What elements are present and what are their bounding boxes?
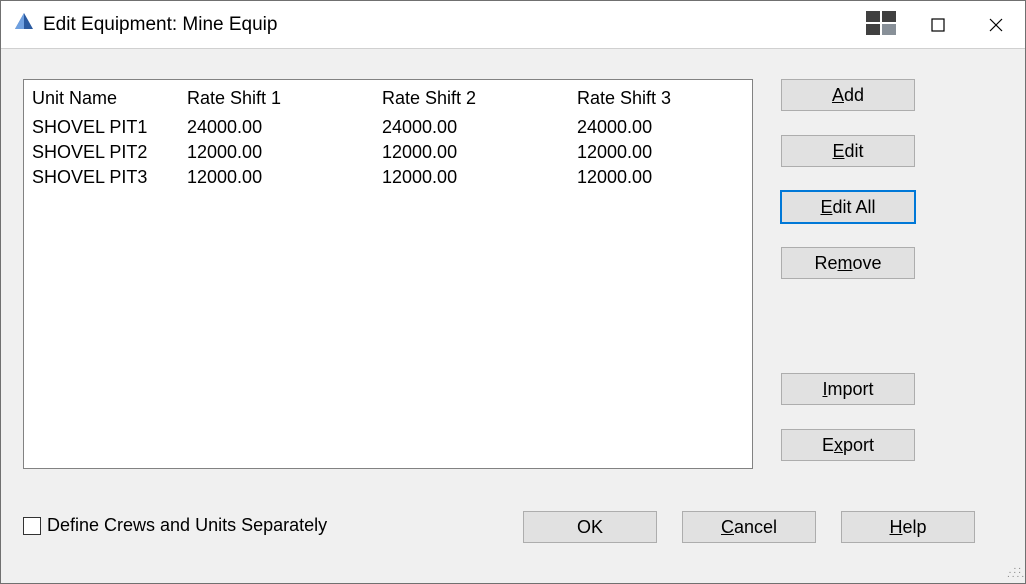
cell-rate2: 24000.00 [382,117,577,138]
dialog-button-row: OK Cancel Help [523,511,975,543]
table-header-row: Unit Name Rate Shift 1 Rate Shift 2 Rate… [24,80,752,115]
ok-button[interactable]: OK [523,511,657,543]
cancel-button[interactable]: Cancel [682,511,816,543]
define-crews-label: Define Crews and Units Separately [47,515,327,536]
resize-grip-icon[interactable]: ......... [1007,565,1023,581]
cell-rate3: 12000.00 [577,142,742,163]
cell-rate2: 12000.00 [382,142,577,163]
define-crews-checkbox-row[interactable]: Define Crews and Units Separately [23,515,327,536]
client-area: Unit Name Rate Shift 1 Rate Shift 2 Rate… [1,49,1025,583]
app-icon [13,11,35,38]
close-button[interactable] [967,1,1025,49]
cell-rate3: 12000.00 [577,167,742,188]
cell-unit-name: SHOVEL PIT3 [32,167,187,188]
remove-button[interactable]: Remove [781,247,915,279]
cell-unit-name: SHOVEL PIT2 [32,142,187,163]
define-crews-checkbox[interactable] [23,517,41,535]
col-rate-shift-1: Rate Shift 1 [187,88,382,109]
col-unit-name: Unit Name [32,88,187,109]
titlebar: Edit Equipment: Mine Equip [1,1,1025,49]
cell-rate1: 12000.00 [187,167,382,188]
edit-all-button[interactable]: Edit All [781,191,915,223]
window-controls [865,1,1025,49]
table-row[interactable]: SHOVEL PIT1 24000.00 24000.00 24000.00 [24,115,752,140]
help-button[interactable]: Help [841,511,975,543]
import-button[interactable]: Import [781,373,915,405]
monitor-icon [865,10,899,41]
cell-rate1: 12000.00 [187,142,382,163]
cell-rate3: 24000.00 [577,117,742,138]
maximize-button[interactable] [909,1,967,49]
window-title: Edit Equipment: Mine Equip [43,14,277,36]
equipment-table[interactable]: Unit Name Rate Shift 1 Rate Shift 2 Rate… [23,79,753,469]
add-button[interactable]: Add [781,79,915,111]
export-button[interactable]: Export [781,429,915,461]
edit-button[interactable]: Edit [781,135,915,167]
table-row[interactable]: SHOVEL PIT2 12000.00 12000.00 12000.00 [24,140,752,165]
cell-unit-name: SHOVEL PIT1 [32,117,187,138]
cell-rate1: 24000.00 [187,117,382,138]
dialog-window: Edit Equipment: Mine Equip Unit Name [0,0,1026,584]
table-row[interactable]: SHOVEL PIT3 12000.00 12000.00 12000.00 [24,165,752,190]
col-rate-shift-3: Rate Shift 3 [577,88,742,109]
col-rate-shift-2: Rate Shift 2 [382,88,577,109]
side-button-column: Add Edit Edit All Remove Import Export [781,79,915,461]
cell-rate2: 12000.00 [382,167,577,188]
